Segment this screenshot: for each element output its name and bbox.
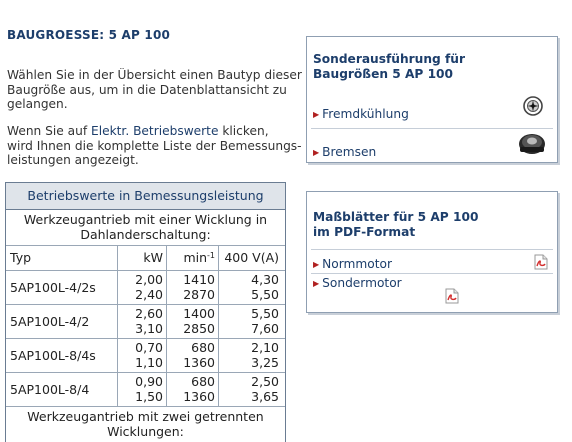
type-cell[interactable]: 5AP100L-4/2 (6, 305, 118, 338)
instruction-text: Wenn Sie auf (7, 124, 92, 138)
brakes-link[interactable]: ▶ Bremsen (313, 145, 376, 159)
current-cell: 4,30 5,50 (219, 271, 283, 304)
type-cell[interactable]: 5AP100L-8/4 (6, 373, 118, 406)
box-title-line: Sonderausführung für (313, 52, 465, 66)
column-header-typ: Typ (6, 246, 118, 270)
link-label: Normmotor (322, 257, 392, 271)
column-header-row: Typ kW min-1 400 V(A) (6, 246, 285, 271)
cell-value: 2,50 (251, 374, 279, 389)
column-header-min-label: min (183, 250, 208, 265)
cell-value: 2,00 (135, 272, 163, 287)
column-header-voltage: 400 V(A) (224, 250, 279, 265)
cell-value: 1360 (183, 354, 215, 370)
item-divider (311, 128, 553, 129)
box-title-line: Maßblätter für 5 AP 100 (313, 210, 479, 224)
cell-value: 2,10 (251, 340, 279, 355)
cell-value: 680 (191, 340, 215, 355)
cell-value: 1,10 (135, 354, 163, 370)
pdf-icon[interactable] (444, 288, 460, 304)
group-heading-line: Wicklungen: (107, 424, 184, 439)
group-heading-dahlander: Werkzeugantrieb mit einer Wicklung in Da… (6, 210, 285, 246)
type-cell[interactable]: 5AP100L-4/2s (6, 271, 118, 304)
page-title: BAUGROESSE: 5 AP 100 (7, 28, 171, 42)
instruction-line: wird Ihnen die komplette Liste der Bemes… (7, 138, 302, 153)
item-divider (311, 249, 553, 250)
group-heading-line: Werkzeugantrieb mit zwei getrennten (27, 409, 264, 424)
column-header-min-exponent: -1 (207, 251, 215, 260)
external-cooling-link[interactable]: ▶ Fremdkühlung (313, 107, 409, 121)
standard-motor-pdf-link[interactable]: ▶ Normmotor (313, 257, 392, 271)
cell-value: 7,60 (251, 320, 279, 336)
speed-cell: 680 1360 (167, 339, 219, 372)
speed-cell: 1400 2850 (167, 305, 219, 338)
cell-value: 680 (191, 374, 215, 389)
fan-icon (523, 96, 543, 116)
special-version-title: Sonderausführung für Baugrößen 5 AP 100 (313, 52, 465, 82)
table-header: Betriebswerte in Bemessungsleistung (6, 183, 285, 210)
instruction-line: Wenn Sie auf Elektr. Betriebswerte klick… (7, 124, 309, 139)
link-label: Fremdkühlung (322, 107, 409, 121)
cell-value: 0,90 (135, 374, 163, 389)
kw-cell: 2,00 2,40 (118, 271, 167, 304)
cell-value: 1400 (183, 306, 215, 321)
instruction-line: leistungen angezeigt. (7, 153, 139, 167)
cell-value: 5,50 (251, 286, 279, 302)
cell-value: 3,25 (251, 354, 279, 370)
arrow-right-icon: ▶ (313, 148, 320, 157)
current-cell: 2,50 3,65 (219, 373, 283, 406)
item-divider (311, 273, 553, 274)
group-heading-separate-windings: Werkzeugantrieb mit zwei getrennten Wick… (6, 407, 285, 442)
table-row: 5AP100L-4/2 2,60 3,10 1400 2850 5,50 7,60 (6, 305, 285, 339)
brake-icon (519, 134, 545, 154)
cell-value: 5,50 (251, 306, 279, 321)
special-version-box: Sonderausführung für Baugrößen 5 AP 100 … (306, 36, 558, 163)
operating-values-table: Betriebswerte in Bemessungsleistung Werk… (5, 182, 286, 442)
box-title-line: im PDF-Format (313, 225, 416, 239)
dimension-sheets-title: Maßblätter für 5 AP 100 im PDF-Format (313, 210, 478, 240)
intro-line: Wählen Sie in der Übersicht einen Bautyp… (7, 68, 302, 82)
cell-value: 2,60 (135, 306, 163, 321)
column-header-kw: kW (118, 246, 167, 270)
cell-value: 1360 (183, 388, 215, 404)
cell-value: 1,50 (135, 388, 163, 404)
link-label: Sondermotor (322, 276, 402, 290)
speed-cell: 680 1360 (167, 373, 219, 406)
kw-cell: 0,70 1,10 (118, 339, 167, 372)
cell-value: 4,30 (251, 272, 279, 287)
pdf-icon[interactable] (533, 254, 549, 270)
cell-value: 3,10 (135, 320, 163, 336)
dimension-sheets-box: Maßblätter für 5 AP 100 im PDF-Format ▶ N… (306, 191, 558, 313)
column-header-min: min-1 (167, 246, 219, 270)
arrow-right-icon: ▶ (313, 279, 320, 288)
cell-value: 1410 (183, 272, 215, 287)
cell-value: 3,65 (251, 388, 279, 404)
intro-line: Baugröße aus, um in die Datenblattansich… (7, 82, 287, 97)
electrical-values-link[interactable]: Elektr. Betriebswerte (91, 124, 218, 138)
cell-value: 2850 (183, 320, 215, 336)
intro-paragraph: Wählen Sie in der Übersicht einen Bautyp… (7, 68, 309, 112)
special-motor-pdf-link[interactable]: ▶ Sondermotor (313, 276, 402, 290)
box-title-line: Baugrößen 5 AP 100 (313, 67, 454, 81)
cell-value: 2,40 (135, 286, 163, 302)
intro-line: gelangen. (7, 97, 68, 111)
instruction-text: klicken, (218, 124, 269, 138)
group-heading-line: Werkzeugantrieb mit einer Wicklung in (23, 212, 268, 227)
kw-cell: 2,60 3,10 (118, 305, 167, 338)
group-heading-line: Dahlanderschaltung: (80, 227, 211, 242)
cell-value: 2870 (183, 286, 215, 302)
instruction-paragraph: Wenn Sie auf Elektr. Betriebswerte klick… (7, 124, 309, 168)
cell-value: 0,70 (135, 340, 163, 355)
table-row: 5AP100L-8/4 0,90 1,50 680 1360 2,50 3,65 (6, 373, 285, 407)
type-cell[interactable]: 5AP100L-8/4s (6, 339, 118, 372)
arrow-right-icon: ▶ (313, 260, 320, 269)
table-row: 5AP100L-4/2s 2,00 2,40 1410 2870 4,30 5,50 (6, 271, 285, 305)
kw-cell: 0,90 1,50 (118, 373, 167, 406)
link-label: Bremsen (322, 145, 377, 159)
speed-cell: 1410 2870 (167, 271, 219, 304)
table-row: 5AP100L-8/4s 0,70 1,10 680 1360 2,10 3,25 (6, 339, 285, 373)
arrow-right-icon: ▶ (313, 110, 320, 119)
current-cell: 5,50 7,60 (219, 305, 283, 338)
current-cell: 2,10 3,25 (219, 339, 283, 372)
